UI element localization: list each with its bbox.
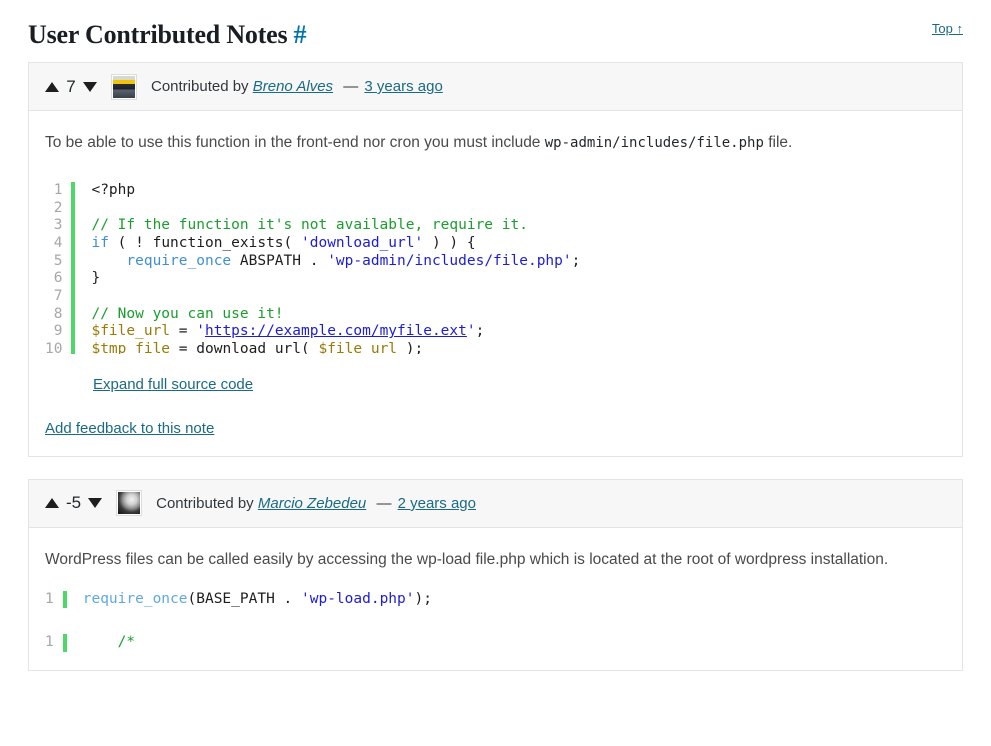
back-to-top-link[interactable]: Top ↑ xyxy=(932,21,963,36)
code-table: 1 /* xyxy=(45,634,135,652)
code-url-link[interactable]: https://example.com/myfile.ext xyxy=(205,323,467,339)
note-paragraph: WordPress files can be called easily by … xyxy=(45,548,946,573)
vote-control: -5 xyxy=(45,493,102,513)
triangle-down-icon[interactable] xyxy=(88,498,102,508)
code-content[interactable]: /* xyxy=(65,634,135,652)
byline: Contributed by Breno Alves — 3 years ago xyxy=(151,78,443,95)
code-content[interactable]: <?php // If the function it's not availa… xyxy=(73,182,580,354)
note-card: -5 Contributed by Marcio Zebedeu — 2 yea… xyxy=(28,479,963,671)
note-body: To be able to use this function in the f… xyxy=(29,111,962,456)
code-table: 1 require_once(BASE_PATH . 'wp-load.php'… xyxy=(45,591,432,609)
avatar xyxy=(116,490,142,516)
byline-separator: — xyxy=(341,78,360,95)
inline-code: wp-admin/includes/file.php xyxy=(545,135,764,151)
avatar xyxy=(111,74,137,100)
note-header: 7 Contributed by Breno Alves — 3 years a… xyxy=(29,63,962,111)
code-table: 1 2 3 4 5 6 7 8 9 10 <?php // If the fun… xyxy=(45,182,580,354)
vote-count: 7 xyxy=(66,77,76,97)
code-block: 1 require_once(BASE_PATH . 'wp-load.php'… xyxy=(45,591,946,609)
code-block: 1 /* xyxy=(45,634,946,652)
triangle-down-icon[interactable] xyxy=(83,82,97,92)
note-card: 7 Contributed by Breno Alves — 3 years a… xyxy=(28,62,963,457)
vote-control: 7 xyxy=(45,77,97,97)
code-content[interactable]: require_once(BASE_PATH . 'wp-load.php'); xyxy=(65,591,432,609)
vote-count: -5 xyxy=(66,493,81,513)
author-link[interactable]: Breno Alves xyxy=(253,78,333,95)
note-text-after: file. xyxy=(764,134,792,151)
section-header: User Contributed Notes# Top ↑ xyxy=(28,0,963,62)
author-link[interactable]: Marcio Zebedeu xyxy=(258,495,366,512)
byline-separator: — xyxy=(374,495,393,512)
note-text-before: To be able to use this function in the f… xyxy=(45,134,545,151)
contributed-by-label: Contributed by xyxy=(156,495,254,512)
byline: Contributed by Marcio Zebedeu — 2 years … xyxy=(156,495,476,512)
code-block: 1 2 3 4 5 6 7 8 9 10 <?php // If the fun… xyxy=(45,182,946,354)
line-numbers: 1 xyxy=(45,591,65,609)
triangle-up-icon[interactable] xyxy=(45,82,59,92)
timestamp-link[interactable]: 2 years ago xyxy=(398,495,476,512)
line-numbers: 1 2 3 4 5 6 7 8 9 10 xyxy=(45,182,73,354)
timestamp-link[interactable]: 3 years ago xyxy=(364,78,442,95)
note-body: WordPress files can be called easily by … xyxy=(29,528,962,670)
contributed-by-label: Contributed by xyxy=(151,78,249,95)
user-contributed-notes-page: User Contributed Notes# Top ↑ 7 Contribu… xyxy=(0,0,991,746)
expand-source-link[interactable]: Expand full source code xyxy=(93,376,253,393)
note-header: -5 Contributed by Marcio Zebedeu — 2 yea… xyxy=(29,480,962,528)
note-paragraph: To be able to use this function in the f… xyxy=(45,131,946,156)
add-feedback-link[interactable]: Add feedback to this note xyxy=(45,420,214,437)
line-numbers: 1 xyxy=(45,634,65,652)
anchor-link-icon[interactable]: # xyxy=(293,20,306,49)
page-title: User Contributed Notes# xyxy=(28,18,306,52)
triangle-up-icon[interactable] xyxy=(45,498,59,508)
